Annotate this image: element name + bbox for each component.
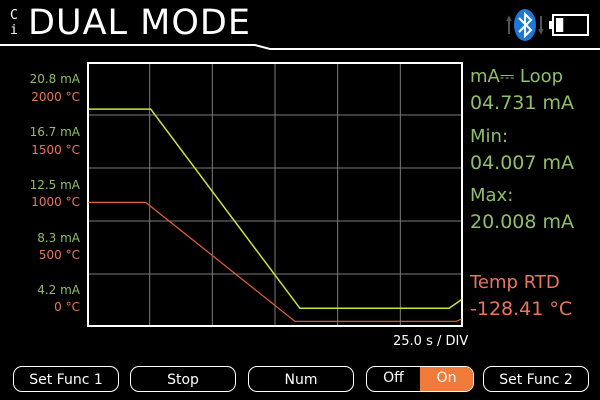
y-label-ma-0: 20.8 mA [29,72,80,86]
y-label-deg-4: 0 °C [54,300,80,314]
y-axis-labels: 20.8 mA 2000 °C 16.7 mA 1500 °C 12.5 mA … [0,0,84,340]
set-func-1-button[interactable]: Set Func 1 [13,366,119,392]
set-func-2-button[interactable]: Set Func 2 [483,366,589,392]
trend-chart [87,62,463,327]
battery-icon [549,14,589,36]
y-label-deg-2: 1000 °C [31,195,80,209]
loop-header: mA⎓ Loop [470,66,564,87]
min-header: Min: [470,126,509,147]
y-label-ma-1: 16.7 mA [29,125,80,139]
y-label-ma-2: 12.5 mA [29,178,80,192]
max-header: Max: [470,185,514,206]
toggle-off-option[interactable]: Off [367,367,420,391]
title-bar: C i DUAL MODE [0,0,600,50]
time-per-div-label: 25.0 s / DIV [393,334,469,349]
stop-button[interactable]: Stop [130,366,236,392]
y-label-deg-1: 1500 °C [31,143,80,157]
header-divider [0,44,600,50]
loop-value: 04.731 mA [470,92,575,114]
y-label-deg-3: 500 °C [38,248,80,262]
y-label-ma-4: 4.2 mA [37,283,80,297]
off-on-toggle[interactable]: Off On [366,366,474,392]
y-label-ma-3: 8.3 mA [37,231,80,245]
bluetooth-icon[interactable] [506,6,544,44]
toggle-on-option[interactable]: On [420,367,473,391]
num-button[interactable]: Num [248,366,354,392]
min-value: 04.007 mA [470,152,575,174]
temp-value: -128.41 °C [470,298,573,320]
temp-header: Temp RTD [470,272,560,293]
max-value: 20.008 mA [470,211,575,233]
y-label-deg-0: 2000 °C [31,90,80,104]
chart-grid [87,62,463,327]
